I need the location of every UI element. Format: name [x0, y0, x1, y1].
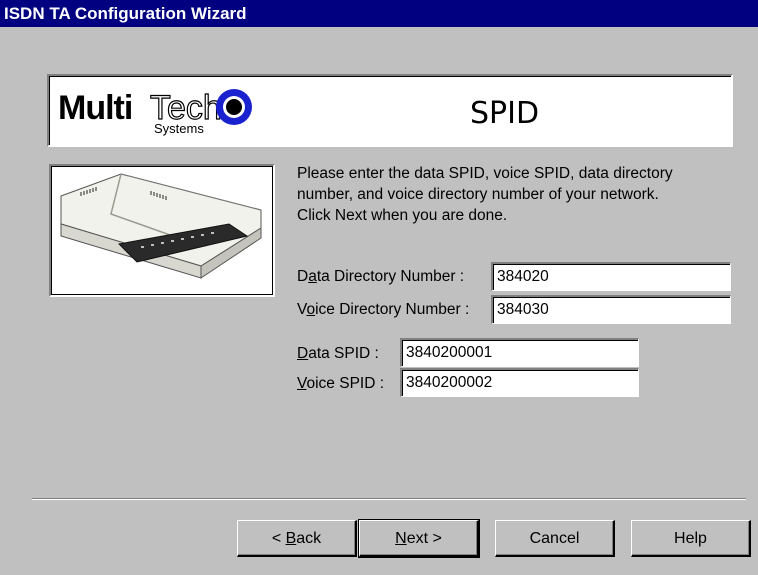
- back-button[interactable]: < Back: [237, 520, 357, 557]
- next-button[interactable]: Next >: [358, 519, 480, 558]
- data-spid-input[interactable]: [400, 338, 639, 367]
- voice-directory-number-label: Voice Directory Number :: [297, 301, 470, 318]
- instructions-text: Please enter the data SPID, voice SPID, …: [297, 163, 727, 226]
- multitech-logo: Multi Tech Systems: [58, 89, 268, 135]
- header-banner: Multi Tech Systems SPID: [47, 74, 733, 147]
- logo-word-systems: Systems: [154, 121, 204, 136]
- logo-word-tech: Tech: [149, 89, 222, 127]
- logo-word-multi: Multi: [58, 89, 133, 127]
- data-directory-number-input[interactable]: [491, 262, 731, 291]
- title-bar: ISDN TA Configuration Wizard: [0, 0, 758, 27]
- voice-spid-label: Voice SPID :: [297, 375, 385, 392]
- instructions-line: number, and voice directory number of yo…: [297, 186, 659, 203]
- data-directory-number-label: Data Directory Number :: [297, 268, 465, 285]
- instructions-line: Click Next when you are done.: [297, 207, 508, 224]
- separator-line: [32, 498, 746, 500]
- window-title: ISDN TA Configuration Wizard: [4, 4, 247, 23]
- voice-spid-input[interactable]: [400, 368, 639, 397]
- cancel-button[interactable]: Cancel: [495, 520, 615, 557]
- instructions-line: Please enter the data SPID, voice SPID, …: [297, 165, 673, 182]
- help-button[interactable]: Help: [631, 520, 751, 557]
- voice-directory-number-input[interactable]: [491, 295, 731, 324]
- page-title: SPID: [470, 96, 540, 131]
- modem-device-image: [49, 164, 275, 297]
- modem-icon: [60, 173, 262, 279]
- logo-circle-icon: [216, 89, 252, 125]
- data-spid-label: Data SPID :: [297, 345, 379, 362]
